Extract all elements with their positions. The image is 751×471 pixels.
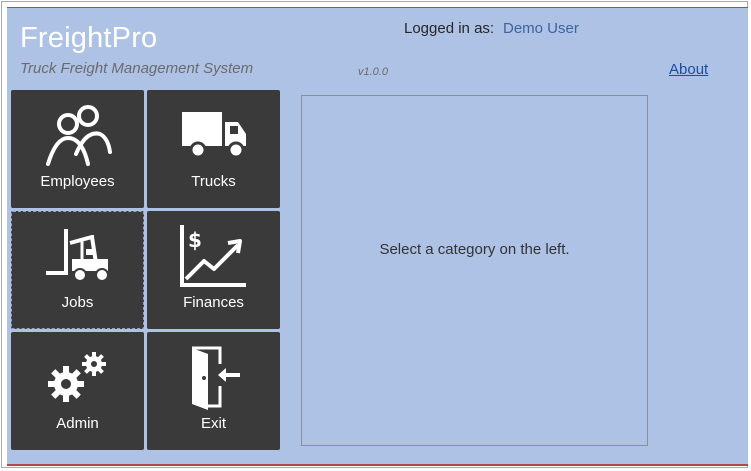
app-background: FreightPro Truck Freight Management Syst… — [7, 7, 748, 466]
about-link[interactable]: About — [669, 61, 708, 78]
trucks-button[interactable]: Trucks — [147, 90, 280, 208]
window-frame: FreightPro Truck Freight Management Syst… — [1, 1, 748, 468]
finances-label: Finances — [183, 294, 244, 311]
employees-button[interactable]: Employees — [11, 90, 144, 208]
content-panel: Select a category on the left. — [301, 95, 648, 446]
exit-door-icon — [147, 344, 280, 410]
people-icon — [11, 102, 144, 168]
exit-button[interactable]: Exit — [147, 332, 280, 450]
version-label: v1.0.0 — [358, 66, 388, 78]
admin-button[interactable]: Admin — [11, 332, 144, 450]
finances-button[interactable]: $ Finances — [147, 211, 280, 329]
truck-icon — [147, 102, 280, 168]
employees-label: Employees — [40, 173, 115, 190]
app-title: FreightPro — [20, 22, 158, 54]
trucks-label: Trucks — [191, 173, 236, 190]
app-tagline: Truck Freight Management System — [20, 60, 254, 77]
jobs-button[interactable]: Jobs — [11, 211, 144, 329]
finance-chart-icon: $ — [147, 223, 280, 289]
jobs-label: Jobs — [61, 294, 94, 311]
logged-in-label: Logged in as: — [404, 20, 495, 37]
content-message: Select a category on the left. — [379, 241, 570, 258]
admin-label: Admin — [56, 415, 99, 432]
forklift-icon — [11, 223, 144, 289]
gears-icon — [11, 344, 144, 410]
svg-text:$: $ — [188, 228, 202, 252]
logged-in-user: Demo User — [503, 20, 579, 37]
exit-label: Exit — [200, 415, 226, 432]
